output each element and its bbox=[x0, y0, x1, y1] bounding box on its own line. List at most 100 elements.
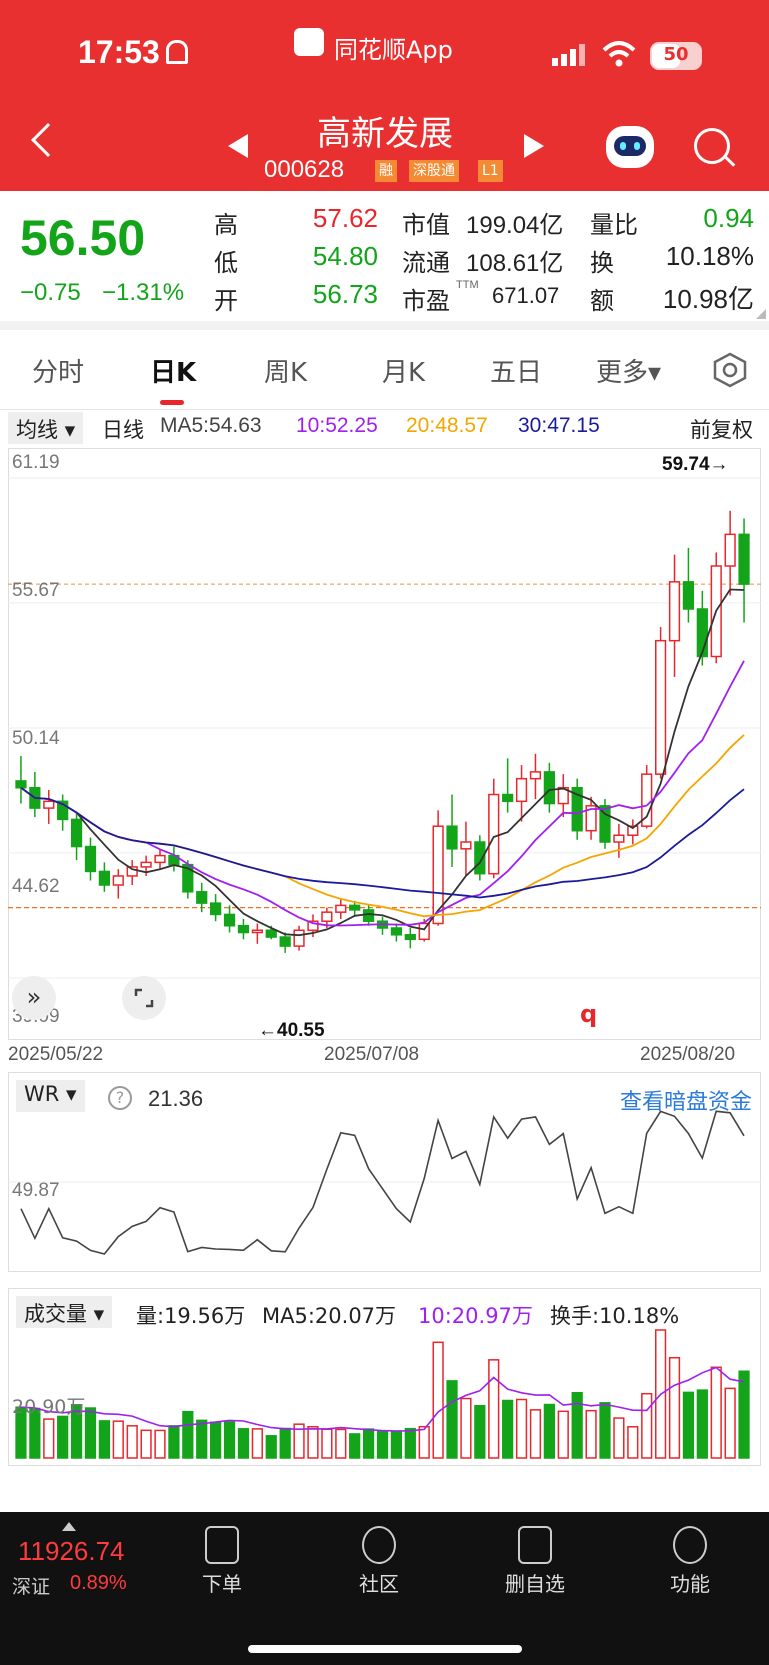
bottom-bar: 11926.74 深证 0.89% 下单 社区 删自选 功能 bbox=[0, 1512, 769, 1665]
candle-body bbox=[15, 780, 27, 789]
min-price-label: ←40.55 bbox=[258, 1020, 325, 1041]
stock-title: 高新发展 bbox=[317, 114, 453, 154]
volume-bar bbox=[418, 1425, 430, 1459]
volume-bar bbox=[126, 1425, 138, 1459]
volume-bar bbox=[557, 1410, 569, 1459]
nav-functions-label: 功能 bbox=[670, 1572, 710, 1596]
badge-level: L1 bbox=[478, 160, 503, 182]
candle-body bbox=[140, 861, 152, 868]
volume-bar bbox=[307, 1426, 319, 1459]
volume-bar bbox=[585, 1409, 597, 1459]
fullscreen-button[interactable] bbox=[122, 976, 166, 1020]
mute-icon bbox=[166, 40, 188, 64]
mcap-value: 199.04亿 bbox=[466, 212, 564, 239]
volume-bar bbox=[432, 1341, 444, 1459]
functions-icon bbox=[673, 1526, 707, 1564]
signal-icon bbox=[552, 44, 586, 66]
volume-turnover: 换手:10.18% bbox=[550, 1304, 680, 1328]
nav-order[interactable]: 下单 bbox=[162, 1522, 282, 1597]
volume-bar bbox=[196, 1419, 208, 1459]
tab-more[interactable]: 更多▾ bbox=[596, 352, 661, 389]
remove-watchlist-icon bbox=[518, 1526, 552, 1564]
nav-community[interactable]: 社区 bbox=[319, 1522, 439, 1597]
volume-bar bbox=[738, 1370, 750, 1459]
candle-body bbox=[488, 793, 500, 875]
price-change-pct: −1.31% bbox=[102, 279, 185, 306]
volume-bar bbox=[84, 1407, 97, 1459]
candle-body bbox=[515, 777, 528, 803]
candle-body bbox=[724, 533, 736, 567]
candle-body bbox=[84, 845, 97, 873]
volume-ma10: 10:20.97万 bbox=[418, 1304, 533, 1328]
expand-corner-icon[interactable] bbox=[756, 309, 766, 319]
volume-bar bbox=[362, 1428, 375, 1459]
help-icon[interactable]: ? bbox=[108, 1086, 132, 1110]
dark-pool-link[interactable]: 查看暗盘资金 bbox=[620, 1084, 752, 1116]
nav-order-label: 下单 bbox=[202, 1572, 242, 1596]
candle-body bbox=[668, 581, 681, 642]
candle-body bbox=[529, 771, 542, 780]
candle-body bbox=[112, 875, 124, 886]
tab-timeshare[interactable]: 分时 bbox=[32, 352, 84, 389]
volume-tick: 20.90万 bbox=[12, 1396, 86, 1418]
wr-mid-tick: 49.87 bbox=[12, 1180, 60, 1201]
tab-weekly-k[interactable]: 周K bbox=[264, 352, 307, 389]
back-icon[interactable] bbox=[31, 123, 65, 157]
kline-chart[interactable] bbox=[8, 448, 761, 1040]
volume-bar bbox=[724, 1387, 736, 1459]
amount-label: 额 bbox=[590, 287, 614, 315]
volume-bar bbox=[613, 1417, 625, 1459]
candle-body bbox=[321, 911, 333, 922]
candle-body bbox=[98, 870, 111, 886]
turnover-value: 10.18% bbox=[665, 241, 754, 271]
expand-arrows-button[interactable]: » bbox=[12, 976, 56, 1020]
open-value: 56.73 bbox=[312, 279, 378, 309]
x-date-1: 2025/05/22 bbox=[8, 1044, 104, 1065]
open-label: 开 bbox=[214, 287, 238, 315]
q-marker: q bbox=[580, 1000, 598, 1028]
tab-five-day[interactable]: 五日 bbox=[490, 352, 542, 389]
volume-bar bbox=[696, 1389, 708, 1459]
wr-value: 21.36 bbox=[148, 1086, 204, 1111]
prev-stock-icon[interactable] bbox=[228, 134, 248, 158]
ma5-value: MA5:54.63 bbox=[160, 414, 262, 437]
x-date-2: 2025/07/08 bbox=[324, 1044, 420, 1065]
adjust-mode[interactable]: 前复权 bbox=[690, 414, 753, 444]
stock-code: 000628 bbox=[264, 156, 345, 183]
nav-remove-watchlist[interactable]: 删自选 bbox=[475, 1522, 595, 1597]
mcap-label: 市值 bbox=[402, 211, 450, 239]
ma-selector[interactable]: 均线 ▾ bbox=[8, 412, 84, 444]
tab-monthly-k[interactable]: 月K bbox=[382, 352, 425, 389]
volume-bar bbox=[154, 1429, 166, 1459]
candle-body bbox=[654, 639, 667, 775]
low-value: 54.80 bbox=[312, 241, 378, 271]
vr-value: 0.94 bbox=[703, 203, 754, 233]
nav-functions[interactable]: 功能 bbox=[630, 1522, 750, 1597]
top-header: 17:53 同花顺App 50 高新发展 000628 融 深股通 L1 bbox=[0, 0, 769, 191]
ma30-line bbox=[20, 786, 745, 899]
wifi-icon bbox=[602, 40, 636, 72]
candle-body bbox=[613, 834, 625, 843]
volume-bar bbox=[321, 1428, 333, 1459]
robot-assistant-icon[interactable] bbox=[606, 126, 654, 168]
amount-value: 10.98亿 bbox=[662, 284, 754, 314]
turnover-label: 换 bbox=[590, 249, 614, 277]
wr-selector[interactable]: WR ▾ bbox=[16, 1080, 85, 1112]
tab-daily-k[interactable]: 日K bbox=[150, 352, 196, 389]
volume-bar bbox=[390, 1430, 403, 1459]
candle-body bbox=[502, 793, 514, 803]
index-value[interactable]: 11926.74 bbox=[18, 1536, 125, 1567]
volume-bar bbox=[571, 1391, 583, 1459]
volume-selector[interactable]: 成交量 ▾ bbox=[16, 1296, 113, 1328]
candle-body bbox=[265, 929, 277, 938]
battery-icon: 50 bbox=[650, 42, 702, 70]
badge-margin: 融 bbox=[375, 160, 397, 182]
volume-bar bbox=[627, 1426, 639, 1459]
low-label: 低 bbox=[214, 249, 238, 277]
volume-bar bbox=[182, 1410, 194, 1459]
volume-bar bbox=[474, 1404, 486, 1459]
candle-body bbox=[223, 913, 236, 927]
settings-hexagon-icon[interactable] bbox=[712, 352, 748, 392]
next-stock-icon[interactable] bbox=[524, 134, 544, 158]
vr-label: 量比 bbox=[590, 211, 638, 239]
